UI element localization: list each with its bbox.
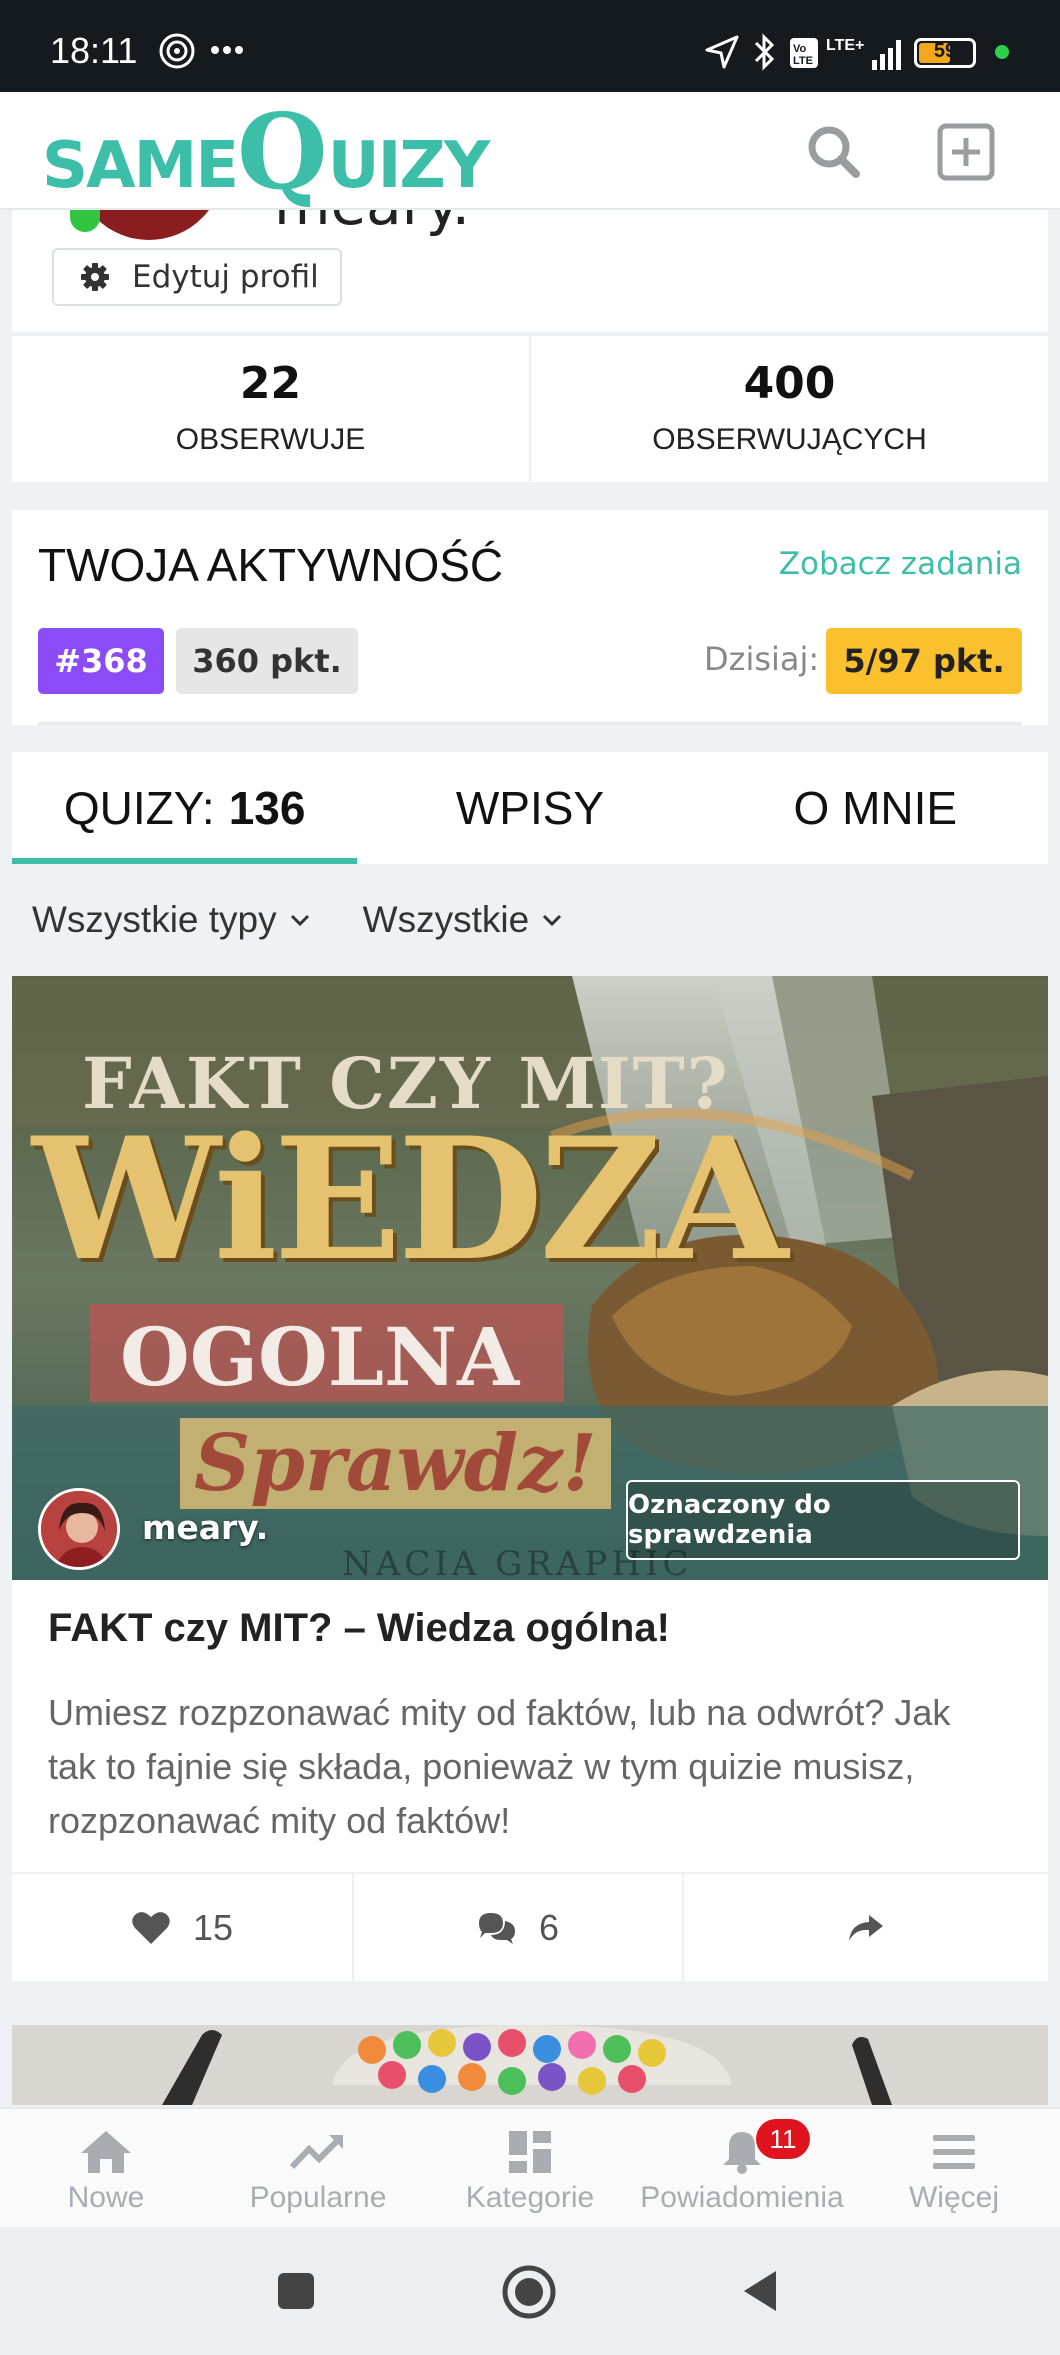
svg-text:LTE+: LTE+ bbox=[826, 37, 864, 54]
author-avatar[interactable] bbox=[38, 1488, 120, 1570]
share-button[interactable] bbox=[682, 1874, 1048, 1981]
scope-filter-dropdown[interactable]: Wszystkie bbox=[363, 890, 564, 950]
cover-text-line3: OGOLNA bbox=[120, 1310, 520, 1404]
samequizy-logo[interactable]: SAME Q UIZY bbox=[42, 90, 491, 213]
menu-icon bbox=[933, 2135, 975, 2169]
view-tasks-link[interactable]: Zobacz zadania bbox=[779, 546, 1022, 582]
following-stat[interactable]: 22 OBSERWUJE bbox=[12, 336, 529, 482]
tab-about[interactable]: O MNIE bbox=[703, 752, 1048, 864]
share-icon bbox=[849, 1914, 883, 1941]
follow-stats: 22 OBSERWUJE 400 OBSERWUJĄCYCH bbox=[12, 334, 1048, 482]
review-status-badge: Oznaczony do sprawdzenia bbox=[626, 1480, 1020, 1560]
chevron-down-icon bbox=[543, 914, 562, 927]
nav-notifications[interactable]: 11 Powiadomienia bbox=[636, 2109, 848, 2227]
bottom-navigation: Nowe Popularne Kategorie 11 Powiadomieni… bbox=[0, 2107, 1060, 2227]
type-filter-label: Wszystkie typy bbox=[32, 899, 277, 940]
comments-icon bbox=[478, 1912, 515, 1944]
following-label: OBSERWUJE bbox=[175, 423, 366, 456]
next-quiz-cover bbox=[12, 2025, 1048, 2105]
quiz-description: Umiesz rozpzonawać mity od faktów, lub n… bbox=[48, 1692, 951, 1841]
divider bbox=[38, 722, 1022, 725]
bluetooth-icon bbox=[754, 33, 775, 71]
edit-profile-button[interactable]: Edytuj profil bbox=[52, 248, 342, 306]
app-header: SAME Q UIZY bbox=[0, 92, 1060, 210]
tab-quizzes-label: QUIZY: bbox=[63, 782, 215, 834]
filters-bar: Wszystkie typy Wszystkie bbox=[32, 890, 563, 950]
online-indicator bbox=[70, 210, 100, 232]
quiz-actions: 15 6 bbox=[12, 1872, 1048, 1981]
back-icon[interactable] bbox=[738, 2267, 782, 2315]
like-button[interactable]: 15 bbox=[12, 1874, 352, 1981]
gear-icon bbox=[81, 263, 109, 291]
edit-profile-label: Edytuj profil bbox=[132, 259, 319, 295]
today-label: Dzisiaj: bbox=[704, 640, 820, 678]
signal-icon: Vo LTE LTE+ bbox=[790, 37, 901, 70]
followers-label: OBSERWUJĄCYCH bbox=[652, 423, 927, 456]
type-filter-dropdown[interactable]: Wszystkie typy bbox=[32, 890, 311, 950]
nav-categories[interactable]: Kategorie bbox=[424, 2109, 636, 2227]
logo-q: Q bbox=[237, 90, 328, 213]
cover-text-line4: Sprawdz! bbox=[180, 1418, 611, 1509]
cover-text-line2: WiEDZA bbox=[32, 1100, 788, 1298]
status-time: 18:11 bbox=[50, 30, 138, 71]
system-navigation-bar bbox=[0, 2227, 1060, 2355]
nav-new[interactable]: Nowe bbox=[0, 2109, 212, 2227]
trending-icon bbox=[289, 2135, 343, 2170]
profile-card: meary. Edytuj profil bbox=[12, 210, 1048, 332]
nav-popular-label: Popularne bbox=[249, 2181, 387, 2214]
tab-posts-label: WPISY bbox=[455, 782, 605, 834]
hotspot-icon bbox=[159, 33, 195, 69]
chevron-down-icon bbox=[290, 914, 309, 927]
battery-level: 59 bbox=[933, 40, 957, 62]
activity-card: TWOJA AKTYWNOŚĆ Zobacz zadania #368 360 … bbox=[12, 510, 1048, 725]
home-icon bbox=[81, 2131, 131, 2173]
notification-count-badge: 11 bbox=[756, 2119, 810, 2159]
svg-text:LTE: LTE bbox=[793, 55, 813, 67]
nav-more[interactable]: Więcej bbox=[848, 2109, 1060, 2227]
search-icon[interactable] bbox=[804, 122, 864, 182]
profile-tabs: QUIZY: 136 WPISY O MNIE bbox=[12, 752, 1048, 864]
nav-categories-label: Kategorie bbox=[465, 2181, 595, 2214]
logo-same: SAME bbox=[42, 129, 239, 203]
nav-popular[interactable]: Popularne bbox=[212, 2109, 424, 2227]
privacy-dot bbox=[995, 45, 1009, 59]
plus-square-icon[interactable] bbox=[936, 122, 996, 182]
activity-title: TWOJA AKTYWNOŚĆ bbox=[38, 539, 504, 591]
comment-button[interactable]: 6 bbox=[352, 1874, 682, 1981]
following-count: 22 bbox=[239, 358, 302, 409]
next-quiz-card[interactable] bbox=[12, 2025, 1048, 2105]
author-name[interactable]: meary. bbox=[142, 1508, 268, 1547]
points-badge: 360 pkt. bbox=[176, 628, 358, 694]
comment-count: 6 bbox=[538, 1906, 560, 1948]
home-button-icon[interactable] bbox=[500, 2263, 558, 2321]
tab-quizzes-count: 136 bbox=[228, 782, 306, 834]
battery-icon: 59 bbox=[914, 38, 976, 68]
tab-quizzes[interactable]: QUIZY: 136 bbox=[12, 752, 358, 864]
heart-icon bbox=[132, 1911, 170, 1944]
more-icon bbox=[211, 46, 243, 54]
quiz-title[interactable]: FAKT czy MIT? – Wiedza ogólna! bbox=[48, 1606, 670, 1651]
followers-stat[interactable]: 400 OBSERWUJĄCYCH bbox=[529, 336, 1048, 482]
tab-posts[interactable]: WPISY bbox=[357, 752, 702, 864]
quiz-cover-image[interactable]: FAKT CZY MIT? WiEDZA OGOLNA Sprawdz! NAC… bbox=[12, 976, 1048, 1580]
location-icon bbox=[705, 35, 739, 69]
tab-about-label: O MNIE bbox=[793, 782, 958, 834]
followers-count: 400 bbox=[743, 358, 836, 409]
scope-filter-label: Wszystkie bbox=[362, 899, 530, 940]
recents-icon[interactable] bbox=[274, 2269, 318, 2313]
grid-icon bbox=[509, 2131, 551, 2173]
status-bar: 18:11 Vo LTE LTE+ 59 bbox=[0, 0, 1060, 92]
nav-more-label: Więcej bbox=[908, 2181, 999, 2214]
quiz-card[interactable]: FAKT CZY MIT? WiEDZA OGOLNA Sprawdz! NAC… bbox=[12, 976, 1048, 1981]
profile-name: meary. bbox=[274, 210, 470, 238]
nav-new-label: Nowe bbox=[67, 2181, 145, 2214]
rank-badge: #368 bbox=[38, 628, 164, 694]
nav-notifications-label: Powiadomienia bbox=[640, 2181, 844, 2214]
today-points-badge: 5/97 pkt. bbox=[826, 628, 1022, 694]
svg-text:Vo: Vo bbox=[793, 43, 807, 55]
logo-uizy: UIZY bbox=[327, 129, 491, 203]
like-count: 15 bbox=[192, 1906, 234, 1948]
